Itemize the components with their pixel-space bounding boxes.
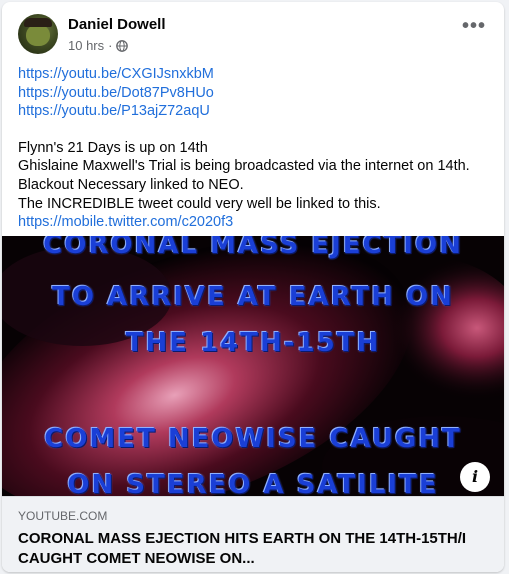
thumbnail-caption-5: ON STEREO A SATILITE bbox=[67, 470, 439, 496]
info-button[interactable]: i bbox=[460, 462, 490, 492]
post-meta: 10 hrs · bbox=[68, 38, 129, 53]
thumbnail-caption-4: COMET NEOWISE CAUGHT bbox=[44, 424, 462, 454]
post-link-3[interactable]: https://youtu.be/P13ajZ72aqU bbox=[18, 102, 492, 121]
post-line-1: Flynn's 21 Days is up on 14th bbox=[18, 139, 208, 156]
globe-icon[interactable] bbox=[116, 39, 129, 52]
avatar-hat bbox=[24, 18, 52, 27]
post-card: Daniel Dowell 10 hrs · ••• https://youtu… bbox=[2, 2, 504, 572]
meta-separator: · bbox=[108, 38, 113, 53]
video-thumbnail[interactable]: CORONAL MASS EJECTION TO ARRIVE AT EARTH… bbox=[2, 236, 504, 496]
post-link-1[interactable]: https://youtu.be/CXGIJsnxkbM bbox=[18, 65, 492, 84]
post-line-4: The INCREDIBLE tweet could very well be … bbox=[18, 195, 381, 212]
thumbnail-caption-2: TO ARRIVE AT EARTH ON bbox=[52, 282, 454, 312]
author-name[interactable]: Daniel Dowell bbox=[68, 16, 166, 33]
preview-title[interactable]: CORONAL MASS EJECTION HITS EARTH ON THE … bbox=[18, 529, 488, 569]
post-text: https://youtu.be/CXGIJsnxkbM https://you… bbox=[18, 65, 492, 232]
thumbnail-caption-3: THE 14TH-15TH bbox=[125, 328, 381, 358]
post-time[interactable]: 10 hrs bbox=[68, 38, 104, 53]
thumbnail-artwork bbox=[2, 236, 504, 496]
link-preview[interactable]: YOUTUBE.COM CORONAL MASS EJECTION HITS E… bbox=[2, 496, 504, 572]
preview-domain: YOUTUBE.COM bbox=[18, 509, 108, 523]
post-line-2: Ghislaine Maxwell's Trial is being broad… bbox=[18, 158, 470, 175]
thumbnail-caption-1: CORONAL MASS EJECTION bbox=[43, 236, 463, 260]
post-header: Daniel Dowell 10 hrs · ••• bbox=[18, 14, 492, 58]
avatar[interactable] bbox=[18, 14, 58, 54]
post-line-3: Blackout Necessary linked to NEO. bbox=[18, 176, 244, 193]
post-link-twitter[interactable]: https://mobile.twitter.com/c2020f3 bbox=[18, 213, 492, 232]
more-options-button[interactable]: ••• bbox=[460, 16, 488, 38]
avatar-figure bbox=[26, 24, 50, 46]
post-link-2[interactable]: https://youtu.be/Dot87Pv8HUo bbox=[18, 84, 492, 103]
